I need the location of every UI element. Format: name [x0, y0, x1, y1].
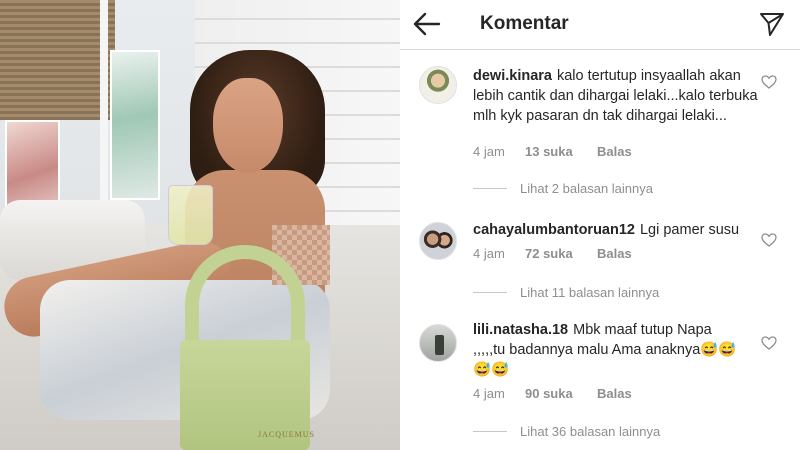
- comment-username[interactable]: lili.natasha.18: [473, 322, 568, 338]
- post-photo: JACQUEMUS: [0, 0, 400, 450]
- comment-username[interactable]: dewi.kinara: [473, 68, 552, 84]
- back-arrow-icon[interactable]: [412, 11, 442, 37]
- replies-divider: [473, 188, 507, 189]
- heart-icon[interactable]: [761, 336, 777, 350]
- bag-handle: [185, 245, 305, 355]
- reply-button[interactable]: Balas: [597, 144, 632, 159]
- comment-likes[interactable]: 13 suka: [525, 144, 597, 159]
- reply-button[interactable]: Balas: [597, 246, 632, 261]
- view-replies-label: Lihat 11 balasan lainnya: [520, 285, 660, 300]
- comments-panel: Komentar dewi.kinara kalo tertutup insyaa…: [400, 0, 800, 450]
- reply-button[interactable]: Balas: [597, 386, 632, 401]
- comment-time: 4 jam: [473, 386, 505, 401]
- comment-meta: 4 jam 90 suka Balas: [473, 386, 632, 401]
- window-blind: [0, 0, 115, 120]
- comment-time: 4 jam: [473, 246, 505, 261]
- wall-art-right: [110, 50, 160, 200]
- comment-time: 4 jam: [473, 144, 505, 159]
- replies-divider: [473, 431, 507, 432]
- view-replies-link[interactable]: Lihat 11 balasan lainnya: [473, 285, 659, 300]
- comment-text: cahayalumbantoruan12 Lgi pamer susu: [473, 220, 758, 240]
- page-title: Komentar: [480, 13, 569, 34]
- comment-meta: 4 jam 72 suka Balas: [473, 246, 632, 261]
- face: [213, 78, 283, 173]
- heart-icon[interactable]: [761, 75, 777, 89]
- view-replies-label: Lihat 2 balasan lainnya: [520, 181, 653, 196]
- comment-username[interactable]: cahayalumbantoruan12: [473, 222, 635, 238]
- replies-divider: [473, 292, 507, 293]
- direct-send-icon[interactable]: [758, 10, 786, 38]
- view-replies-link[interactable]: Lihat 36 balasan lainnya: [473, 424, 660, 439]
- avatar[interactable]: [419, 324, 457, 362]
- comment-likes[interactable]: 72 suka: [525, 246, 597, 261]
- avatar[interactable]: [419, 66, 457, 104]
- comment-text: dewi.kinara kalo tertutup insyaallah akan…: [473, 66, 758, 126]
- comment-text: lili.natasha.18 Mbk maaf tutup Napa ,,,,,…: [473, 320, 743, 380]
- bag-logo: JACQUEMUS: [258, 430, 316, 439]
- drink-glass: [168, 185, 213, 245]
- comment-likes[interactable]: 90 suka: [525, 386, 597, 401]
- avatar[interactable]: [419, 222, 457, 260]
- comment-body: Lgi pamer susu: [639, 222, 740, 238]
- view-replies-label: Lihat 36 balasan lainnya: [520, 424, 661, 439]
- view-replies-link[interactable]: Lihat 2 balasan lainnya: [473, 181, 653, 196]
- header-bar: Komentar: [400, 0, 800, 50]
- comment-meta: 4 jam 13 suka Balas: [473, 144, 632, 159]
- heart-icon[interactable]: [761, 233, 777, 247]
